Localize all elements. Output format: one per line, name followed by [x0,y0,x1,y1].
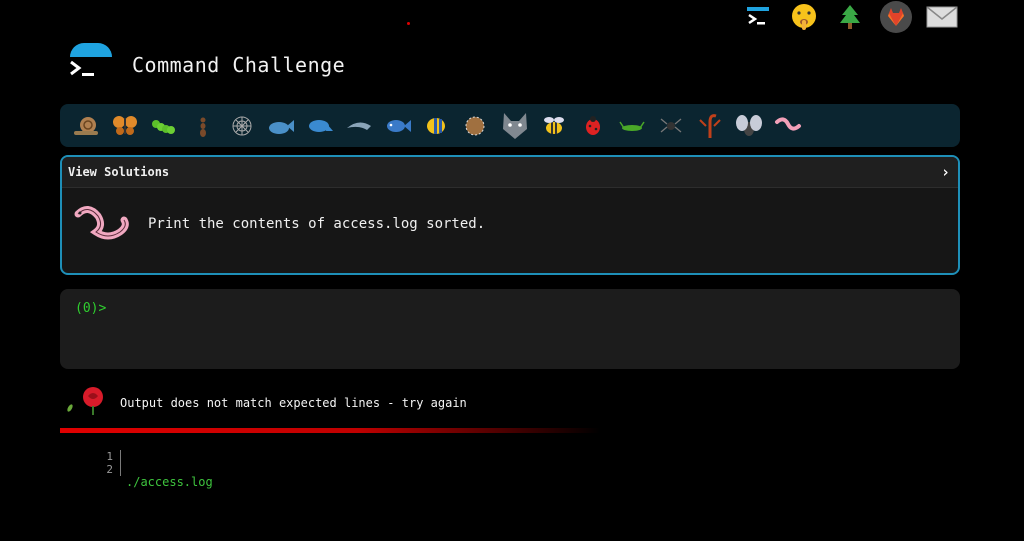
spider-web-icon[interactable] [222,111,261,141]
butterfly-icon[interactable] [105,111,144,141]
tree-icon[interactable] [834,1,866,33]
line-number: 1 [106,450,113,463]
ladybug-icon[interactable] [573,111,612,141]
tropical-fish-icon[interactable] [417,111,456,141]
red-dot [407,22,410,25]
bee-icon[interactable] [534,111,573,141]
worm-mascot-icon [74,202,130,246]
whale2-icon[interactable] [300,111,339,141]
challenge-panel: View Solutions › Print the contents of a… [60,155,960,275]
scorpion-icon[interactable] [690,111,729,141]
spider-icon[interactable] [651,111,690,141]
header: Command Challenge [66,40,345,90]
gitlab-icon[interactable] [880,1,912,33]
view-solutions-toggle[interactable]: View Solutions › [62,157,958,188]
error-bar [60,428,600,433]
line-numbers: 1 2 [92,450,113,476]
chevron-right-icon[interactable]: › [941,163,950,181]
leaf-icon [66,398,74,412]
caterpillar-icon[interactable] [144,111,183,141]
envelope-icon[interactable] [926,1,958,33]
page-title: Command Challenge [132,53,346,77]
fly-icon[interactable] [729,111,768,141]
worm-icon[interactable] [768,111,807,141]
terminal-icon[interactable] [742,1,774,33]
ant-icon[interactable] [183,111,222,141]
challenge-description-row: Print the contents of access.log sorted. [62,188,958,246]
terminal-input-area[interactable]: (0)> [60,289,960,369]
status-message: Output does not match expected lines - t… [120,396,467,410]
logo-icon [66,40,112,90]
status-row: Output does not match expected lines - t… [66,386,467,420]
output-line: ./access.log [126,475,213,489]
wolf-icon[interactable] [495,111,534,141]
blowfish-icon[interactable] [456,111,495,141]
shushing-face-icon[interactable] [788,1,820,33]
dolphin-icon[interactable] [339,111,378,141]
top-icon-bar [742,0,958,34]
terminal-prompt: (0)> [75,301,107,316]
fish-icon[interactable] [378,111,417,141]
animal-progress-bar [60,104,960,147]
rose-icon [80,386,106,420]
line-number: 2 [106,463,113,476]
output-lines: ./access.log [120,450,213,541]
whale-icon[interactable] [261,111,300,141]
snail-icon[interactable] [66,111,105,141]
view-solutions-label: View Solutions [68,165,170,179]
cricket-icon[interactable] [612,111,651,141]
challenge-description: Print the contents of access.log sorted. [148,216,486,232]
